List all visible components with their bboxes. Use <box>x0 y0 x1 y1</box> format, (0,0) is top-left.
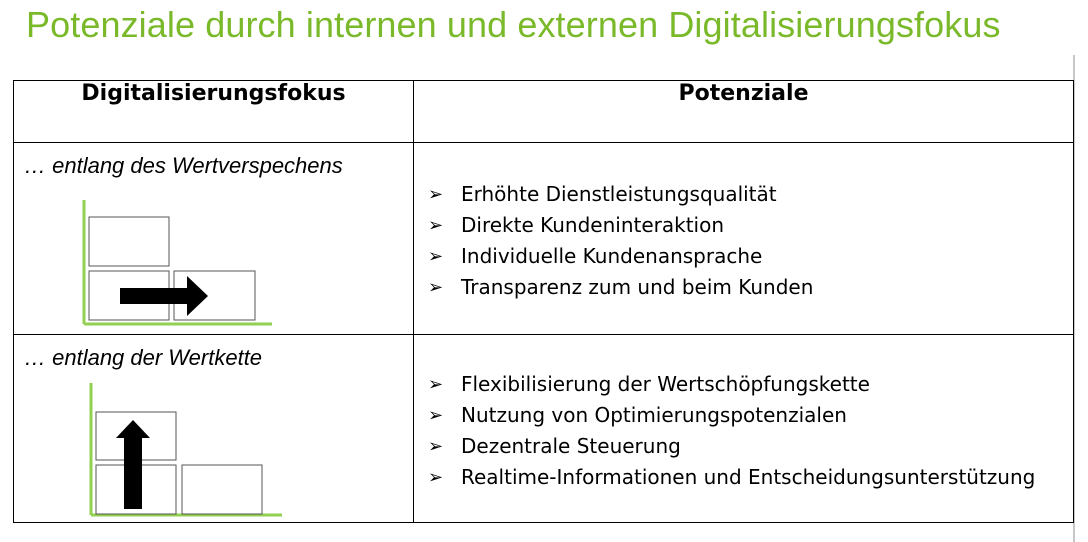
potentials-cell-value-chain: ➢ Flexibilisierung der Wertschöpfungskett… <box>413 334 1074 523</box>
column-header-focus: Digitalisierungsfokus <box>13 80 414 143</box>
column-header-potentials: Potenziale <box>413 80 1074 143</box>
arrowhead-bullet-icon: ➢ <box>428 467 444 488</box>
list-item: ➢ Direkte Kundeninteraktion <box>428 210 813 241</box>
list-item: ➢ Individuelle Kundenansprache <box>428 241 813 272</box>
potentials-list: ➢ Flexibilisierung der Wertschöpfungskett… <box>428 369 1035 493</box>
arrowhead-bullet-icon: ➢ <box>428 184 444 205</box>
arrowhead-bullet-icon: ➢ <box>428 246 444 267</box>
arrowhead-bullet-icon: ➢ <box>428 215 444 236</box>
arrowhead-bullet-icon: ➢ <box>428 277 444 298</box>
arrowhead-bullet-icon: ➢ <box>428 374 444 395</box>
list-item: ➢ Dezentrale Steuerung <box>428 431 1035 462</box>
list-item: ➢ Realtime-Informationen und Entscheidung… <box>428 462 1035 493</box>
arrowhead-bullet-icon: ➢ <box>428 436 444 457</box>
table-header-row: Digitalisierungsfokus Potenziale <box>13 80 1074 143</box>
list-item: ➢ Erhöhte Dienstleistungsqualität <box>428 179 813 210</box>
block-bottom-right <box>181 464 263 515</box>
table-row: … entlang des Wertverspechens ➢ Erhöhte D… <box>13 142 1074 335</box>
potentials-cell-value-proposition: ➢ Erhöhte Dienstleistungsqualität ➢ Direkt… <box>413 142 1074 335</box>
list-item: ➢ Transparenz zum und beim Kunden <box>428 272 813 303</box>
potentials-table: Digitalisierungsfokus Potenziale … entla… <box>13 80 1074 523</box>
value-proposition-diagram <box>82 200 272 326</box>
list-item: ➢ Flexibilisierung der Wertschöpfungskett… <box>428 369 1035 400</box>
potentials-list: ➢ Erhöhte Dienstleistungsqualität ➢ Direkt… <box>428 179 813 303</box>
focus-cell-value-chain: … entlang der Wertkette <box>13 334 414 523</box>
focus-cell-value-proposition: … entlang des Wertverspechens <box>13 142 414 335</box>
arrowhead-bullet-icon: ➢ <box>428 405 444 426</box>
list-item: ➢ Nutzung von Optimierungspotenzialen <box>428 400 1035 431</box>
page-title: Potenziale durch internen und externen D… <box>26 4 1001 45</box>
block-top-left <box>88 216 170 267</box>
value-chain-diagram <box>89 383 282 517</box>
table-row: … entlang der Wertkette ➢ Flexibilisierun… <box>13 334 1074 523</box>
